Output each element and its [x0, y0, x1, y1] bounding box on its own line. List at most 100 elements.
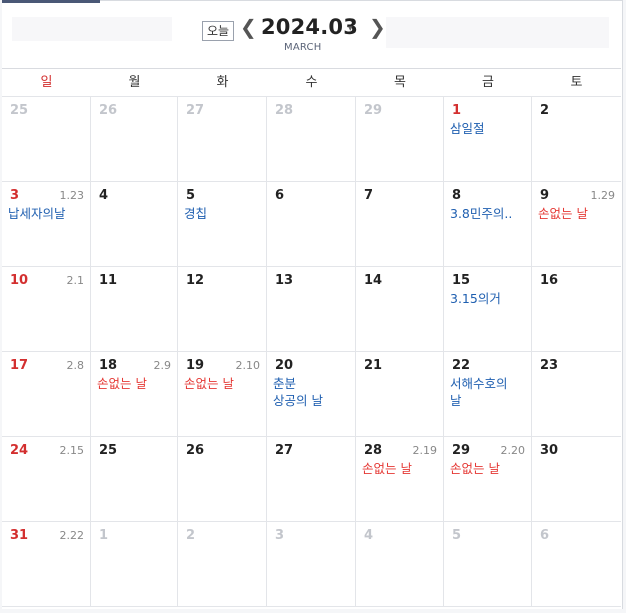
day-cell[interactable]: 8 3.8민주의..	[444, 182, 532, 267]
day-cell[interactable]: 9 1.29 손없는 날	[532, 182, 621, 267]
day-cell[interactable]: 5 경칩	[178, 182, 267, 267]
day-number: 25	[99, 443, 118, 458]
calendar-event[interactable]: 3.15의거	[450, 290, 501, 307]
day-cell[interactable]: 19 2.10 손없는 날	[178, 352, 267, 437]
day-cell[interactable]: 13	[267, 267, 356, 352]
day-cell[interactable]: 7	[356, 182, 444, 267]
day-cell[interactable]: 28 2.19 손없는 날	[356, 437, 444, 522]
lunar-date: 2.20	[500, 444, 526, 457]
day-number: 1	[452, 103, 462, 118]
day-cell[interactable]: 20 춘분 상공의 날	[267, 352, 356, 437]
calendar-event[interactable]: 손없는 날	[97, 375, 147, 392]
day-cell[interactable]: 11	[91, 267, 178, 352]
day-cell[interactable]: 4	[356, 522, 444, 607]
day-number: 28	[364, 443, 383, 458]
day-cell[interactable]: 28	[267, 97, 356, 182]
calendar-event[interactable]: 3.8민주의..	[450, 205, 512, 222]
lunar-date: 2.15	[59, 444, 85, 457]
day-cell[interactable]: 12	[178, 267, 267, 352]
today-button[interactable]: 오늘	[202, 21, 234, 41]
day-cell[interactable]: 26	[91, 97, 178, 182]
day-number: 10	[10, 273, 29, 288]
day-cell[interactable]: 15 3.15의거	[444, 267, 532, 352]
day-cell[interactable]: 25	[2, 97, 91, 182]
day-cell[interactable]: 5	[444, 522, 532, 607]
day-number: 6	[540, 528, 550, 543]
year-month-title[interactable]: 2024.03	[261, 13, 358, 41]
day-cell[interactable]: 16	[532, 267, 621, 352]
day-number: 21	[364, 358, 383, 373]
day-number: 28	[275, 103, 294, 118]
day-number: 18	[99, 358, 118, 373]
day-number: 14	[364, 273, 383, 288]
lunar-date: 2.1	[66, 274, 85, 287]
day-cell[interactable]: 6	[532, 522, 621, 607]
day-number: 26	[99, 103, 118, 118]
day-cell[interactable]: 1	[91, 522, 178, 607]
day-number: 5	[186, 188, 196, 203]
day-cell[interactable]: 2	[178, 522, 267, 607]
day-number: 22	[452, 358, 471, 373]
day-cell[interactable]: 29 2.20 손없는 날	[444, 437, 532, 522]
calendar-event[interactable]: 춘분	[273, 375, 296, 392]
prev-month-icon[interactable]: ❮	[240, 15, 257, 39]
day-number: 15	[452, 273, 471, 288]
day-number: 29	[452, 443, 471, 458]
weekday-header: 일	[2, 68, 91, 97]
day-number: 4	[364, 528, 374, 543]
calendar-event[interactable]: 경칩	[184, 205, 207, 222]
day-number: 29	[364, 103, 383, 118]
day-cell[interactable]: 14	[356, 267, 444, 352]
lunar-date: 2.22	[59, 529, 85, 542]
weekday-header: 토	[532, 68, 621, 97]
day-cell[interactable]: 21	[356, 352, 444, 437]
day-cell[interactable]: 4	[91, 182, 178, 267]
day-cell[interactable]: 30	[532, 437, 621, 522]
day-number: 7	[364, 188, 374, 203]
day-cell[interactable]: 1 삼일절	[444, 97, 532, 182]
lunar-date: 2.8	[66, 359, 85, 372]
day-number: 20	[275, 358, 294, 373]
day-number: 3	[10, 188, 20, 203]
active-tab-indicator	[2, 0, 100, 3]
day-cell[interactable]: 3	[267, 522, 356, 607]
chevron-down-icon[interactable]: ▾	[348, 24, 353, 34]
calendar-event[interactable]: 삼일절	[450, 120, 485, 137]
day-number: 5	[452, 528, 462, 543]
calendar-event[interactable]: 손없는 날	[450, 460, 500, 477]
calendar-event[interactable]: 납세자의날	[8, 205, 66, 222]
calendar-event[interactable]: 손없는 날	[538, 205, 588, 222]
next-month-icon[interactable]: ❯	[369, 15, 386, 39]
calendar-event[interactable]: 손없는 날	[184, 375, 234, 392]
day-number: 6	[275, 188, 285, 203]
calendar-event[interactable]: 상공의 날	[273, 392, 323, 409]
day-number: 24	[10, 443, 29, 458]
day-cell[interactable]: 2	[532, 97, 621, 182]
day-cell[interactable]: 24 2.15	[2, 437, 91, 522]
day-cell[interactable]: 17 2.8	[2, 352, 91, 437]
day-number: 3	[275, 528, 285, 543]
day-cell[interactable]: 29	[356, 97, 444, 182]
day-number: 9	[540, 188, 550, 203]
day-cell[interactable]: 31 2.22	[2, 522, 91, 607]
month-name: MARCH	[284, 42, 322, 53]
day-cell[interactable]: 18 2.9 손없는 날	[91, 352, 178, 437]
calendar-event[interactable]: 손없는 날	[362, 460, 412, 477]
weekday-header: 금	[444, 68, 532, 97]
lunar-date: 2.10	[235, 359, 261, 372]
day-cell[interactable]: 10 2.1	[2, 267, 91, 352]
lunar-date: 2.9	[153, 359, 172, 372]
day-number: 2	[186, 528, 196, 543]
day-number: 30	[540, 443, 559, 458]
day-cell[interactable]: 27	[267, 437, 356, 522]
day-cell[interactable]: 6	[267, 182, 356, 267]
day-cell[interactable]: 3 1.23 납세자의날	[2, 182, 91, 267]
day-cell[interactable]: 26	[178, 437, 267, 522]
calendar-event[interactable]: 서해수호의	[450, 375, 508, 392]
day-cell[interactable]: 27	[178, 97, 267, 182]
day-cell[interactable]: 22 서해수호의 날	[444, 352, 532, 437]
day-cell[interactable]: 25	[91, 437, 178, 522]
weekday-header: 목	[356, 68, 444, 97]
calendar-event[interactable]: 날	[450, 392, 462, 409]
day-cell[interactable]: 23	[532, 352, 621, 437]
